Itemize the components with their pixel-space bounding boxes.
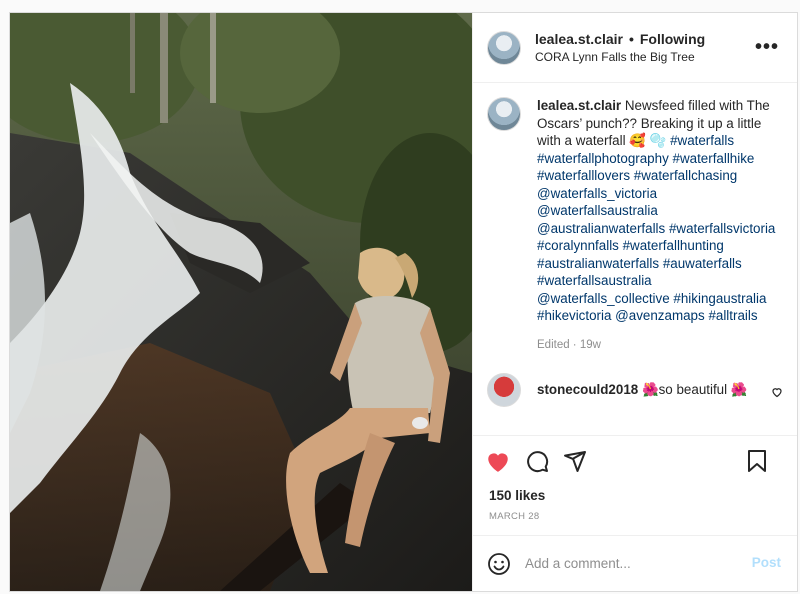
post-dialog: lealea.st.clair • Following CORA Lynn Fall… xyxy=(9,12,798,592)
comment-item: stonecould2018 🌺so beautiful 🌺 xyxy=(487,372,783,407)
like-heart-icon[interactable] xyxy=(485,449,511,473)
hashtag-link[interactable]: #waterfallchasing xyxy=(634,168,737,183)
waterfall-photo xyxy=(10,13,472,591)
comment-icon[interactable] xyxy=(525,449,549,473)
hashtag-link[interactable]: #waterfallhunting xyxy=(623,238,724,253)
commenter-username[interactable]: stonecould2018 xyxy=(537,382,638,397)
add-comment-bar: Post xyxy=(473,535,797,591)
caption: lealea.st.clair Newsfeed filled with The… xyxy=(487,97,783,325)
hashtag-link[interactable]: #waterfallsaustralia xyxy=(537,273,652,288)
caption-text-block: lealea.st.clair Newsfeed filled with The… xyxy=(537,97,777,325)
more-options-icon[interactable]: ••• xyxy=(755,36,779,59)
hashtag-link[interactable]: @waterfalls_victoria xyxy=(537,186,657,201)
hashtag-link[interactable]: #australianwaterfalls xyxy=(537,256,659,271)
hashtag-link[interactable]: #alltrails xyxy=(708,308,757,323)
separator-dot: • xyxy=(628,30,634,47)
hashtag-link[interactable]: #waterfalllovers xyxy=(537,168,630,183)
edited-timestamp: Edited · 19w xyxy=(537,338,601,351)
comment-like-icon[interactable] xyxy=(771,385,783,403)
post-header: lealea.st.clair • Following CORA Lynn Fall… xyxy=(473,13,797,83)
follow-status-button[interactable]: Following xyxy=(640,31,705,47)
caption-username[interactable]: lealea.st.clair xyxy=(537,98,621,113)
hashtag-link[interactable]: @waterfalls_collective xyxy=(537,291,670,306)
commenter-avatar[interactable] xyxy=(487,372,521,407)
post-date: MARCH 28 xyxy=(489,511,540,522)
hashtag-link[interactable]: #waterfalls xyxy=(670,133,734,148)
smiley-icon[interactable] xyxy=(487,552,511,576)
bookmark-icon[interactable] xyxy=(747,450,767,472)
author-avatar[interactable] xyxy=(487,30,521,65)
hashtag-link[interactable]: #waterfallphotography xyxy=(537,151,669,166)
hashtag-link[interactable]: #waterfallsvictoria xyxy=(669,221,775,236)
hashtag-link[interactable]: #auwaterfalls xyxy=(663,256,742,271)
action-bar xyxy=(473,435,797,485)
hashtag-link[interactable]: #coralynnfalls xyxy=(537,238,619,253)
likes-count[interactable]: 150 likes xyxy=(473,485,797,507)
caption-author-avatar[interactable] xyxy=(487,97,521,131)
location-link[interactable]: CORA Lynn Falls the Big Tree xyxy=(535,48,705,66)
hashtag-link[interactable]: @australianwaterfalls xyxy=(537,221,665,236)
hashtag-link[interactable]: @waterfallsaustralia xyxy=(537,203,658,218)
comments-scroll-area[interactable]: lealea.st.clair Newsfeed filled with The… xyxy=(473,83,797,435)
author-username[interactable]: lealea.st.clair xyxy=(535,31,623,47)
comment-text: 🌺so beautiful 🌺 xyxy=(638,381,748,397)
share-icon[interactable] xyxy=(563,449,587,473)
caption-hashtags: #waterfalls #waterfallphotography #water… xyxy=(537,133,775,323)
hashtag-link[interactable]: #waterfallhike xyxy=(673,151,755,166)
hashtag-link[interactable]: @avenzamaps xyxy=(615,308,705,323)
hashtag-link[interactable]: #hikingaustralia xyxy=(673,291,766,306)
post-photo[interactable] xyxy=(10,13,472,591)
hashtag-link[interactable]: #hikevictoria xyxy=(537,308,611,323)
post-comment-button[interactable]: Post xyxy=(752,555,781,570)
comment-input[interactable] xyxy=(525,556,735,571)
post-sidebar: lealea.st.clair • Following CORA Lynn Fall… xyxy=(472,13,797,591)
